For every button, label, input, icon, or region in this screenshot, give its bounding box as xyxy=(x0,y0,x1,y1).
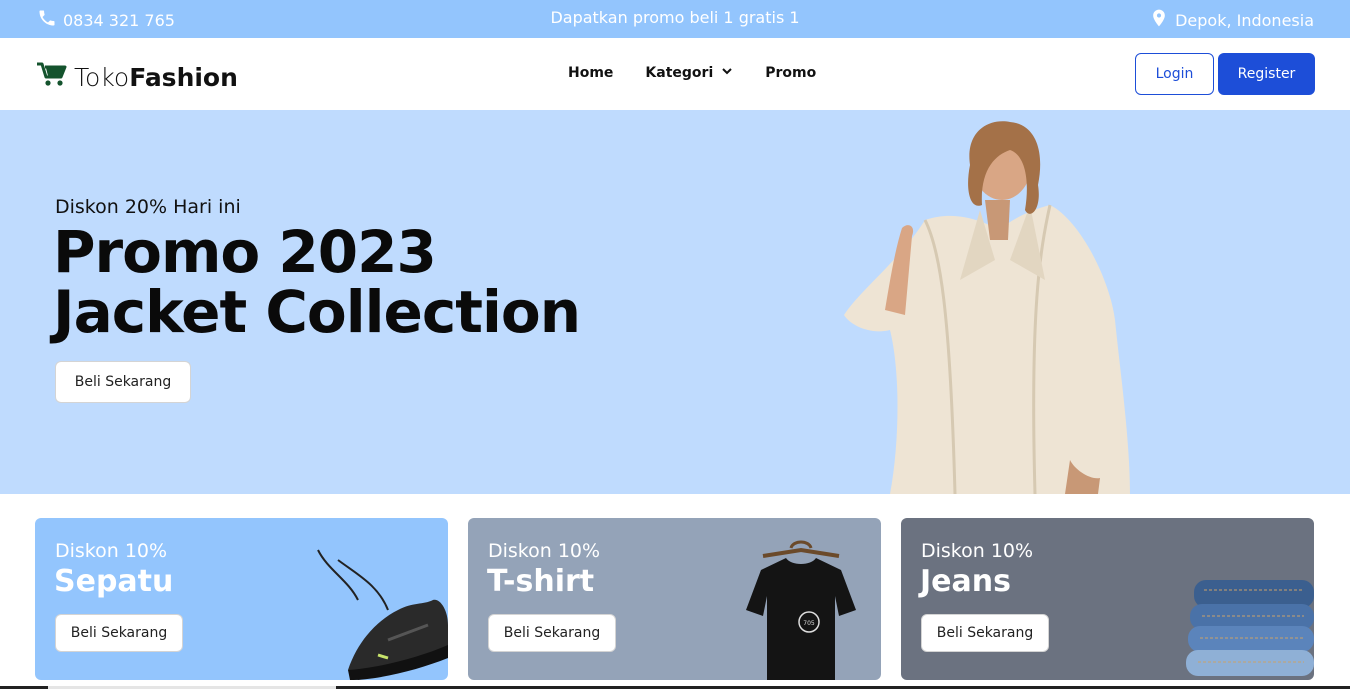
register-button[interactable]: Register xyxy=(1218,53,1315,95)
cart-icon xyxy=(36,60,68,94)
location-pin-icon xyxy=(1149,8,1169,32)
svg-text:705: 705 xyxy=(803,620,815,627)
card-buy-button[interactable]: Beli Sekarang xyxy=(488,614,616,652)
jeans-image xyxy=(1186,580,1314,676)
location-text: Depok, Indonesia xyxy=(1175,10,1314,30)
hero-subtitle: Diskon 20% Hari ini xyxy=(55,196,241,218)
tshirt-image: 705 xyxy=(746,540,856,680)
card-title: T-shirt xyxy=(487,564,595,599)
card-discount: Diskon 10% xyxy=(488,540,601,562)
nav-promo[interactable]: Promo xyxy=(765,65,816,81)
shoe-image xyxy=(317,549,448,680)
category-card-sepatu[interactable]: Diskon 10% Sepatu Beli Sekarang xyxy=(35,518,448,680)
hero-title-line2: Jacket Collection xyxy=(53,278,581,346)
hero-banner: Diskon 20% Hari ini Promo 2023 Jacket Co… xyxy=(0,110,1350,494)
location-info: Depok, Indonesia xyxy=(1149,8,1314,32)
logo[interactable]: TokoFashion xyxy=(36,60,238,94)
logo-text-bold: Fashion xyxy=(129,62,238,92)
nav-links: Home Kategori Promo xyxy=(568,65,816,81)
navbar: TokoFashion Home Kategori Promo Login Re… xyxy=(0,38,1350,110)
login-button[interactable]: Login xyxy=(1135,53,1214,95)
nav-home[interactable]: Home xyxy=(568,65,613,81)
hero-title-line1: Promo 2023 xyxy=(53,218,437,286)
promo-banner-text: Dapatkan promo beli 1 gratis 1 xyxy=(550,8,800,27)
hero-buy-button[interactable]: Beli Sekarang xyxy=(55,361,191,403)
card-discount: Diskon 10% xyxy=(55,540,168,562)
card-discount: Diskon 10% xyxy=(921,540,1034,562)
category-card-tshirt[interactable]: Diskon 10% T-shirt Beli Sekarang 705 xyxy=(468,518,881,680)
hero-model-image xyxy=(844,121,1130,494)
chevron-down-icon xyxy=(721,65,733,81)
logo-text-light: Toko xyxy=(74,62,130,92)
category-card-jeans[interactable]: Diskon 10% Jeans Beli Sekarang xyxy=(901,518,1314,680)
card-title: Sepatu xyxy=(54,564,174,599)
card-buy-button[interactable]: Beli Sekarang xyxy=(55,614,183,652)
top-bar: 0834 321 765 Dapatkan promo beli 1 grati… xyxy=(0,0,1350,38)
card-title: Jeans xyxy=(920,564,1011,599)
hero-title: Promo 2023 Jacket Collection xyxy=(53,218,581,346)
nav-kategori-label: Kategori xyxy=(645,65,714,81)
card-buy-button[interactable]: Beli Sekarang xyxy=(921,614,1049,652)
nav-kategori[interactable]: Kategori xyxy=(645,65,733,81)
